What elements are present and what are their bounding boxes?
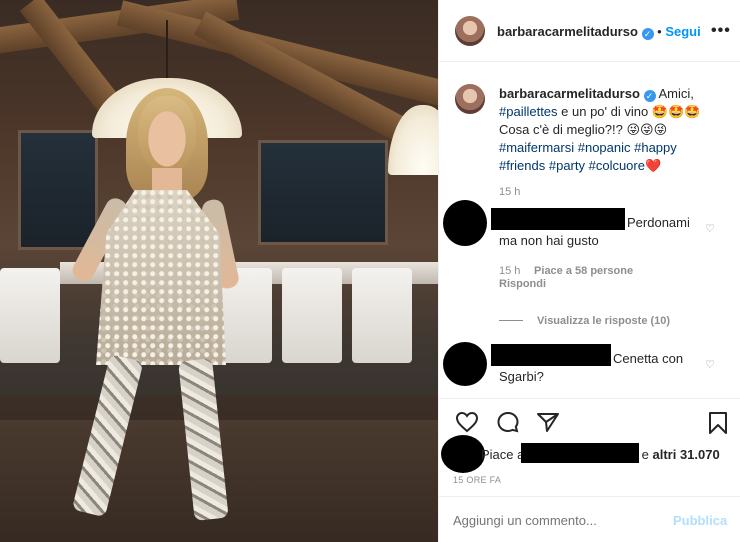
redacted-liker [521, 443, 639, 463]
more-options-icon[interactable]: ••• [711, 22, 731, 40]
likes-suffix: e [641, 447, 649, 462]
caption-time[interactable]: 15 h [499, 183, 729, 201]
face [138, 96, 196, 174]
header-username[interactable]: barbaracarmelitadurso [497, 24, 638, 39]
post-sidebar: barbaracarmelitadurso ✓ • Segui ••• barb… [438, 0, 740, 542]
lamp-cord [166, 20, 168, 85]
caption: barbaracarmelitadurso ✓ Amici, #paillett… [499, 85, 729, 201]
chair [282, 268, 342, 363]
hashtag-links[interactable]: #maifermarsi #nopanic #happy [499, 139, 729, 157]
comment-body: Perdonami ma non hai gusto [499, 214, 709, 250]
caption-avatar[interactable] [455, 84, 485, 114]
hashtag-links[interactable]: #friends #party #colcuore [499, 158, 645, 173]
caption-line-3: Cosa c'è di meglio?!? 😜😜😜 [499, 122, 668, 137]
comment-bubble-icon[interactable] [496, 411, 520, 433]
caption-line-1: Amici, [658, 86, 694, 101]
redacted-avatar [443, 200, 487, 246]
redacted-avatar [443, 342, 487, 386]
replies-line [499, 320, 523, 322]
comment-likes[interactable]: Piace a 58 persone [534, 265, 633, 277]
caption-username[interactable]: barbaracarmelitadurso [499, 86, 640, 101]
follow-button[interactable]: Segui [665, 24, 700, 39]
publish-button[interactable]: Pubblica [673, 513, 727, 528]
chair [0, 268, 60, 363]
likes-prefix: Piace a [481, 447, 525, 462]
likes-count[interactable]: altri 31.070 [652, 447, 719, 462]
verified-icon: ✓ [641, 28, 654, 40]
chair [352, 268, 412, 363]
comment-text: Perdonami ma non hai gusto [499, 215, 690, 248]
verified-icon: ✓ [643, 90, 656, 102]
view-replies-label[interactable]: Visualizza le risposte (10) [537, 315, 670, 327]
instagram-post: barbaracarmelitadurso ✓ • Segui ••• barb… [0, 0, 740, 542]
bookmark-icon[interactable] [707, 411, 729, 435]
view-replies[interactable]: Visualizza le risposte (10) [499, 312, 670, 327]
add-comment-bar: Pubblica [439, 496, 740, 542]
action-bar: Piace a e altri 31.070 15 ORE FA [439, 398, 740, 488]
comment-text: Cenetta con Sgarbi? [499, 351, 684, 384]
post-photo[interactable] [0, 0, 438, 542]
comment-body: Cenetta con Sgarbi? [499, 350, 699, 386]
post-timestamp[interactable]: 15 ORE FA [453, 475, 501, 485]
post-header: barbaracarmelitadurso ✓ • Segui ••• [439, 0, 740, 62]
redacted-avatar [441, 435, 485, 473]
comment-like-icon[interactable]: ♡ [705, 358, 715, 371]
window [18, 130, 98, 250]
like-heart-icon[interactable] [455, 411, 479, 433]
comment-meta: 15 h Piace a 58 persone [499, 262, 633, 277]
share-send-icon[interactable] [536, 411, 560, 433]
window [258, 140, 388, 245]
comment-like-icon[interactable]: ♡ [705, 222, 715, 235]
avatar[interactable] [455, 16, 485, 46]
caption-line-2: e un po' di vino 🤩🤩🤩 [557, 104, 701, 119]
heart-emoji: ❤️ [644, 158, 662, 173]
add-comment-input[interactable] [453, 511, 653, 529]
reply-button[interactable]: Rispondi [499, 278, 546, 290]
comment-time[interactable]: 15 h [499, 265, 520, 277]
hashtag-link[interactable]: #paillettes [499, 104, 558, 119]
